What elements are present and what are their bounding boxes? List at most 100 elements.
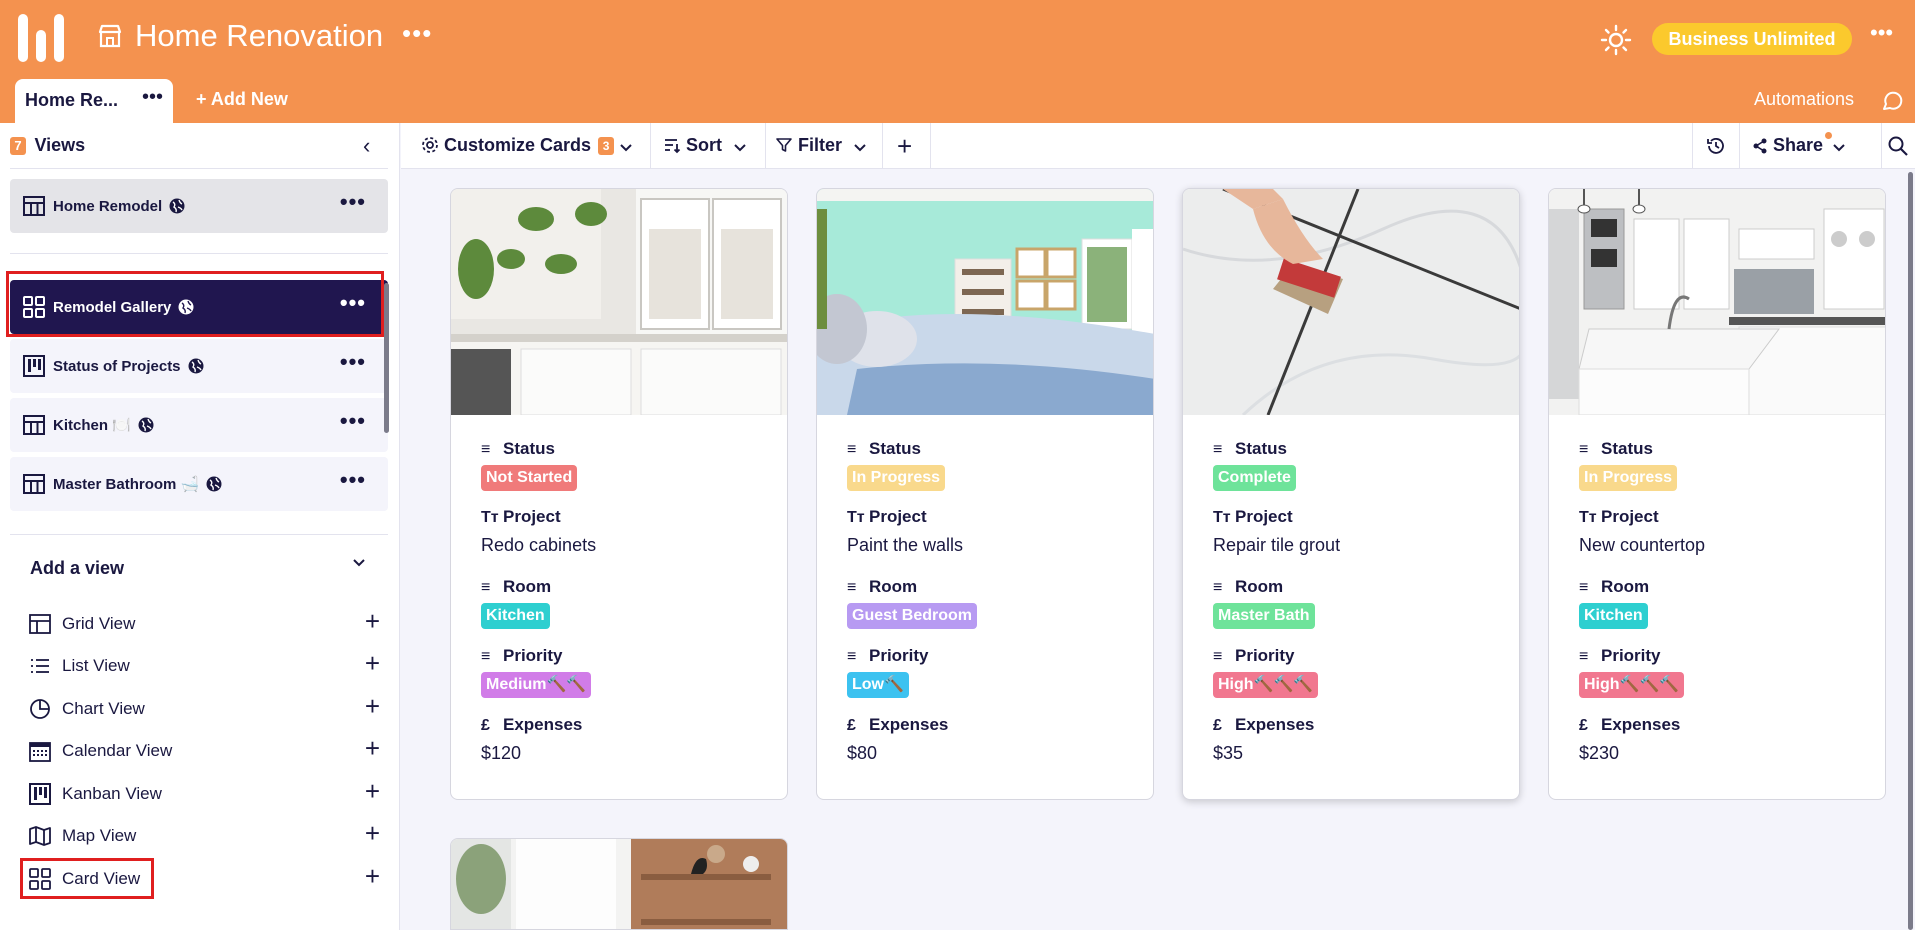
view-item-kitchen[interactable]: Kitchen 🍽️ ••• [10,398,388,452]
globe-icon [188,358,204,374]
field-label: Status [869,439,921,458]
view-item-home-remodel[interactable]: Home Remodel ••• [10,179,388,233]
customize-cards-label: Customize Cards [444,135,592,155]
add-view-title[interactable]: Add a view [30,558,124,579]
view-item-label: Kitchen 🍽️ [53,417,131,434]
globe-icon [138,417,154,433]
add-kanban-view[interactable]: Kanban View + [28,778,380,808]
view-item-master-bathroom[interactable]: Master Bathroom 🛁 ••• [10,457,388,511]
add-chart-view[interactable]: Chart View + [28,693,380,723]
select-field-icon: ≡ [847,441,857,458]
plus-icon[interactable]: + [365,863,380,889]
expenses-field: £ Expenses $35 [1213,715,1314,764]
plus-icon[interactable]: + [365,650,380,676]
project-field: Tт Project Repair tile grout [1213,507,1340,556]
record-card[interactable] [450,838,788,930]
select-field-icon: ≡ [1579,648,1589,665]
highlight-card-view [20,858,154,899]
add-map-view[interactable]: Map View + [28,820,380,850]
add-view-label: Calendar View [62,741,173,760]
select-field-icon: ≡ [1213,579,1223,596]
automations-button[interactable]: Automations [1754,89,1854,110]
add-calendar-view[interactable]: Calendar View + [28,735,380,765]
kanban-view-icon [29,783,51,805]
comments-icon[interactable] [1880,89,1904,113]
share-button[interactable]: Share [1752,135,1846,156]
field-label: Priority [1235,646,1295,665]
tab-more-icon[interactable]: ••• [142,87,163,107]
field-label: Room [503,577,552,596]
view-more-icon[interactable]: ••• [340,191,366,213]
chevron-down-icon [1833,144,1845,152]
tab-home-remodel[interactable]: Home Re... ••• [15,79,173,123]
card-cover-image [1183,189,1519,415]
add-new-button[interactable]: + Add New [196,89,288,110]
record-card[interactable]: ≡ Status Complete Tт Project Repair tile g… [1182,188,1520,800]
globe-icon [169,198,185,214]
chevron-down-icon [620,144,632,152]
text-field-icon: Tт [1579,509,1597,526]
chevron-down-icon[interactable] [350,553,368,571]
plus-icon[interactable]: + [365,608,380,634]
priority-field: ≡ Priority High🔨🔨🔨 [1579,646,1685,698]
add-toolbar-item-icon[interactable]: + [897,131,912,162]
record-card[interactable]: ≡ Status In Progress Tт Project Paint the … [816,188,1154,800]
plus-icon[interactable]: + [365,693,380,719]
field-label: Room [1601,577,1650,596]
view-more-icon[interactable]: ••• [340,351,366,373]
status-field: ≡ Status In Progress [847,439,946,491]
plus-icon[interactable]: + [365,735,380,761]
add-grid-view[interactable]: Grid View + [28,608,380,638]
project-value: Repair tile grout [1213,535,1341,555]
project-value: New countertop [1579,535,1706,555]
field-label: Project [1235,507,1293,526]
divider [765,123,766,169]
record-card[interactable]: ≡ Status Not Started Tт Project Redo cabin… [450,188,788,800]
select-field-icon: ≡ [481,579,491,596]
collapse-sidebar-icon[interactable]: ‹ [363,135,370,157]
select-field-icon: ≡ [847,579,857,596]
field-label: Status [1601,439,1653,458]
priority-tag: High🔨🔨🔨 [1579,672,1685,698]
expenses-value: $35 [1213,743,1244,763]
divider [1739,123,1740,169]
card-cover-image [451,189,787,415]
top-bar: Home Renovation ••• Business Unlimited •… [0,0,1915,123]
theme-sun-icon[interactable] [1600,24,1632,56]
plan-badge[interactable]: Business Unlimited [1652,23,1852,55]
room-field: ≡ Room Master Bath [1213,577,1315,629]
plus-icon[interactable]: + [365,778,380,804]
customize-cards-button[interactable]: Customize Cards 3 [421,135,633,156]
filter-button[interactable]: Filter [775,135,867,156]
app-logo-icon[interactable] [18,14,66,62]
add-list-view[interactable]: List View + [28,650,380,680]
divider [882,123,883,169]
record-card[interactable]: ≡ Status In Progress Tт Project New counte… [1548,188,1886,800]
add-view-label: Map View [62,826,137,845]
search-icon[interactable] [1887,135,1909,157]
title-more-icon[interactable]: ••• [402,20,432,46]
view-more-icon[interactable]: ••• [340,469,366,491]
currency-field-icon: £ [481,717,490,734]
add-view-label: List View [62,656,130,675]
room-field: ≡ Room Kitchen [481,577,551,629]
field-label: Expenses [1601,715,1681,734]
view-item-status-of-projects[interactable]: Status of Projects ••• [10,339,388,393]
view-item-label: Home Remodel [53,198,163,215]
plus-icon[interactable]: + [365,820,380,846]
sidebar-scrollbar[interactable] [384,283,389,433]
room-tag: Kitchen [481,603,550,629]
tab-label: Home Re... [25,90,119,110]
add-view-label: Chart View [62,699,145,718]
divider [650,123,651,169]
view-more-icon[interactable]: ••• [340,410,366,432]
chevron-down-icon [734,144,746,152]
app-title: Home Renovation [135,18,384,53]
sort-button[interactable]: Sort [663,135,747,156]
chevron-down-icon [854,144,866,152]
header-more-icon[interactable]: ••• [1870,22,1893,44]
sort-label: Sort [686,135,723,155]
history-icon[interactable] [1706,136,1726,156]
field-label: Project [503,507,561,526]
main-scrollbar[interactable] [1908,172,1913,930]
